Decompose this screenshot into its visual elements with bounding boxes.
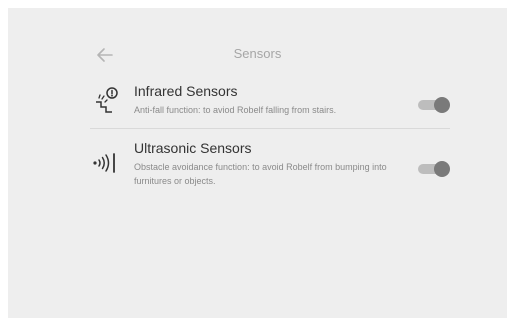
ultrasonic-sensors-toggle[interactable] xyxy=(418,161,450,177)
stairs-warning-icon xyxy=(90,86,122,118)
list-item-ultrasonic-sensors: Ultrasonic Sensors Obstacle avoidance fu… xyxy=(90,139,450,195)
row-title: Ultrasonic Sensors xyxy=(134,140,252,156)
page-title: Sensors xyxy=(233,46,282,61)
divider xyxy=(90,128,450,129)
row-title: Infrared Sensors xyxy=(134,83,238,99)
toggle-knob xyxy=(434,161,450,177)
list-item-infrared-sensors: Infrared Sensors Anti-fall function: to … xyxy=(90,82,450,128)
row-description: Anti-fall function: to aviod Robelf fall… xyxy=(134,105,337,115)
infrared-sensors-toggle[interactable] xyxy=(418,97,450,113)
row-text: Infrared Sensors Anti-fall function: to … xyxy=(134,82,396,117)
row-text: Ultrasonic Sensors Obstacle avoidance fu… xyxy=(134,139,396,188)
sensors-screen: Sensors Infrared Sensors Anti-fall funct… xyxy=(8,8,507,318)
toggle-knob xyxy=(434,97,450,113)
row-description: Obstacle avoidance function: to avoid Ro… xyxy=(134,162,387,186)
ultrasonic-wave-icon xyxy=(90,147,122,179)
